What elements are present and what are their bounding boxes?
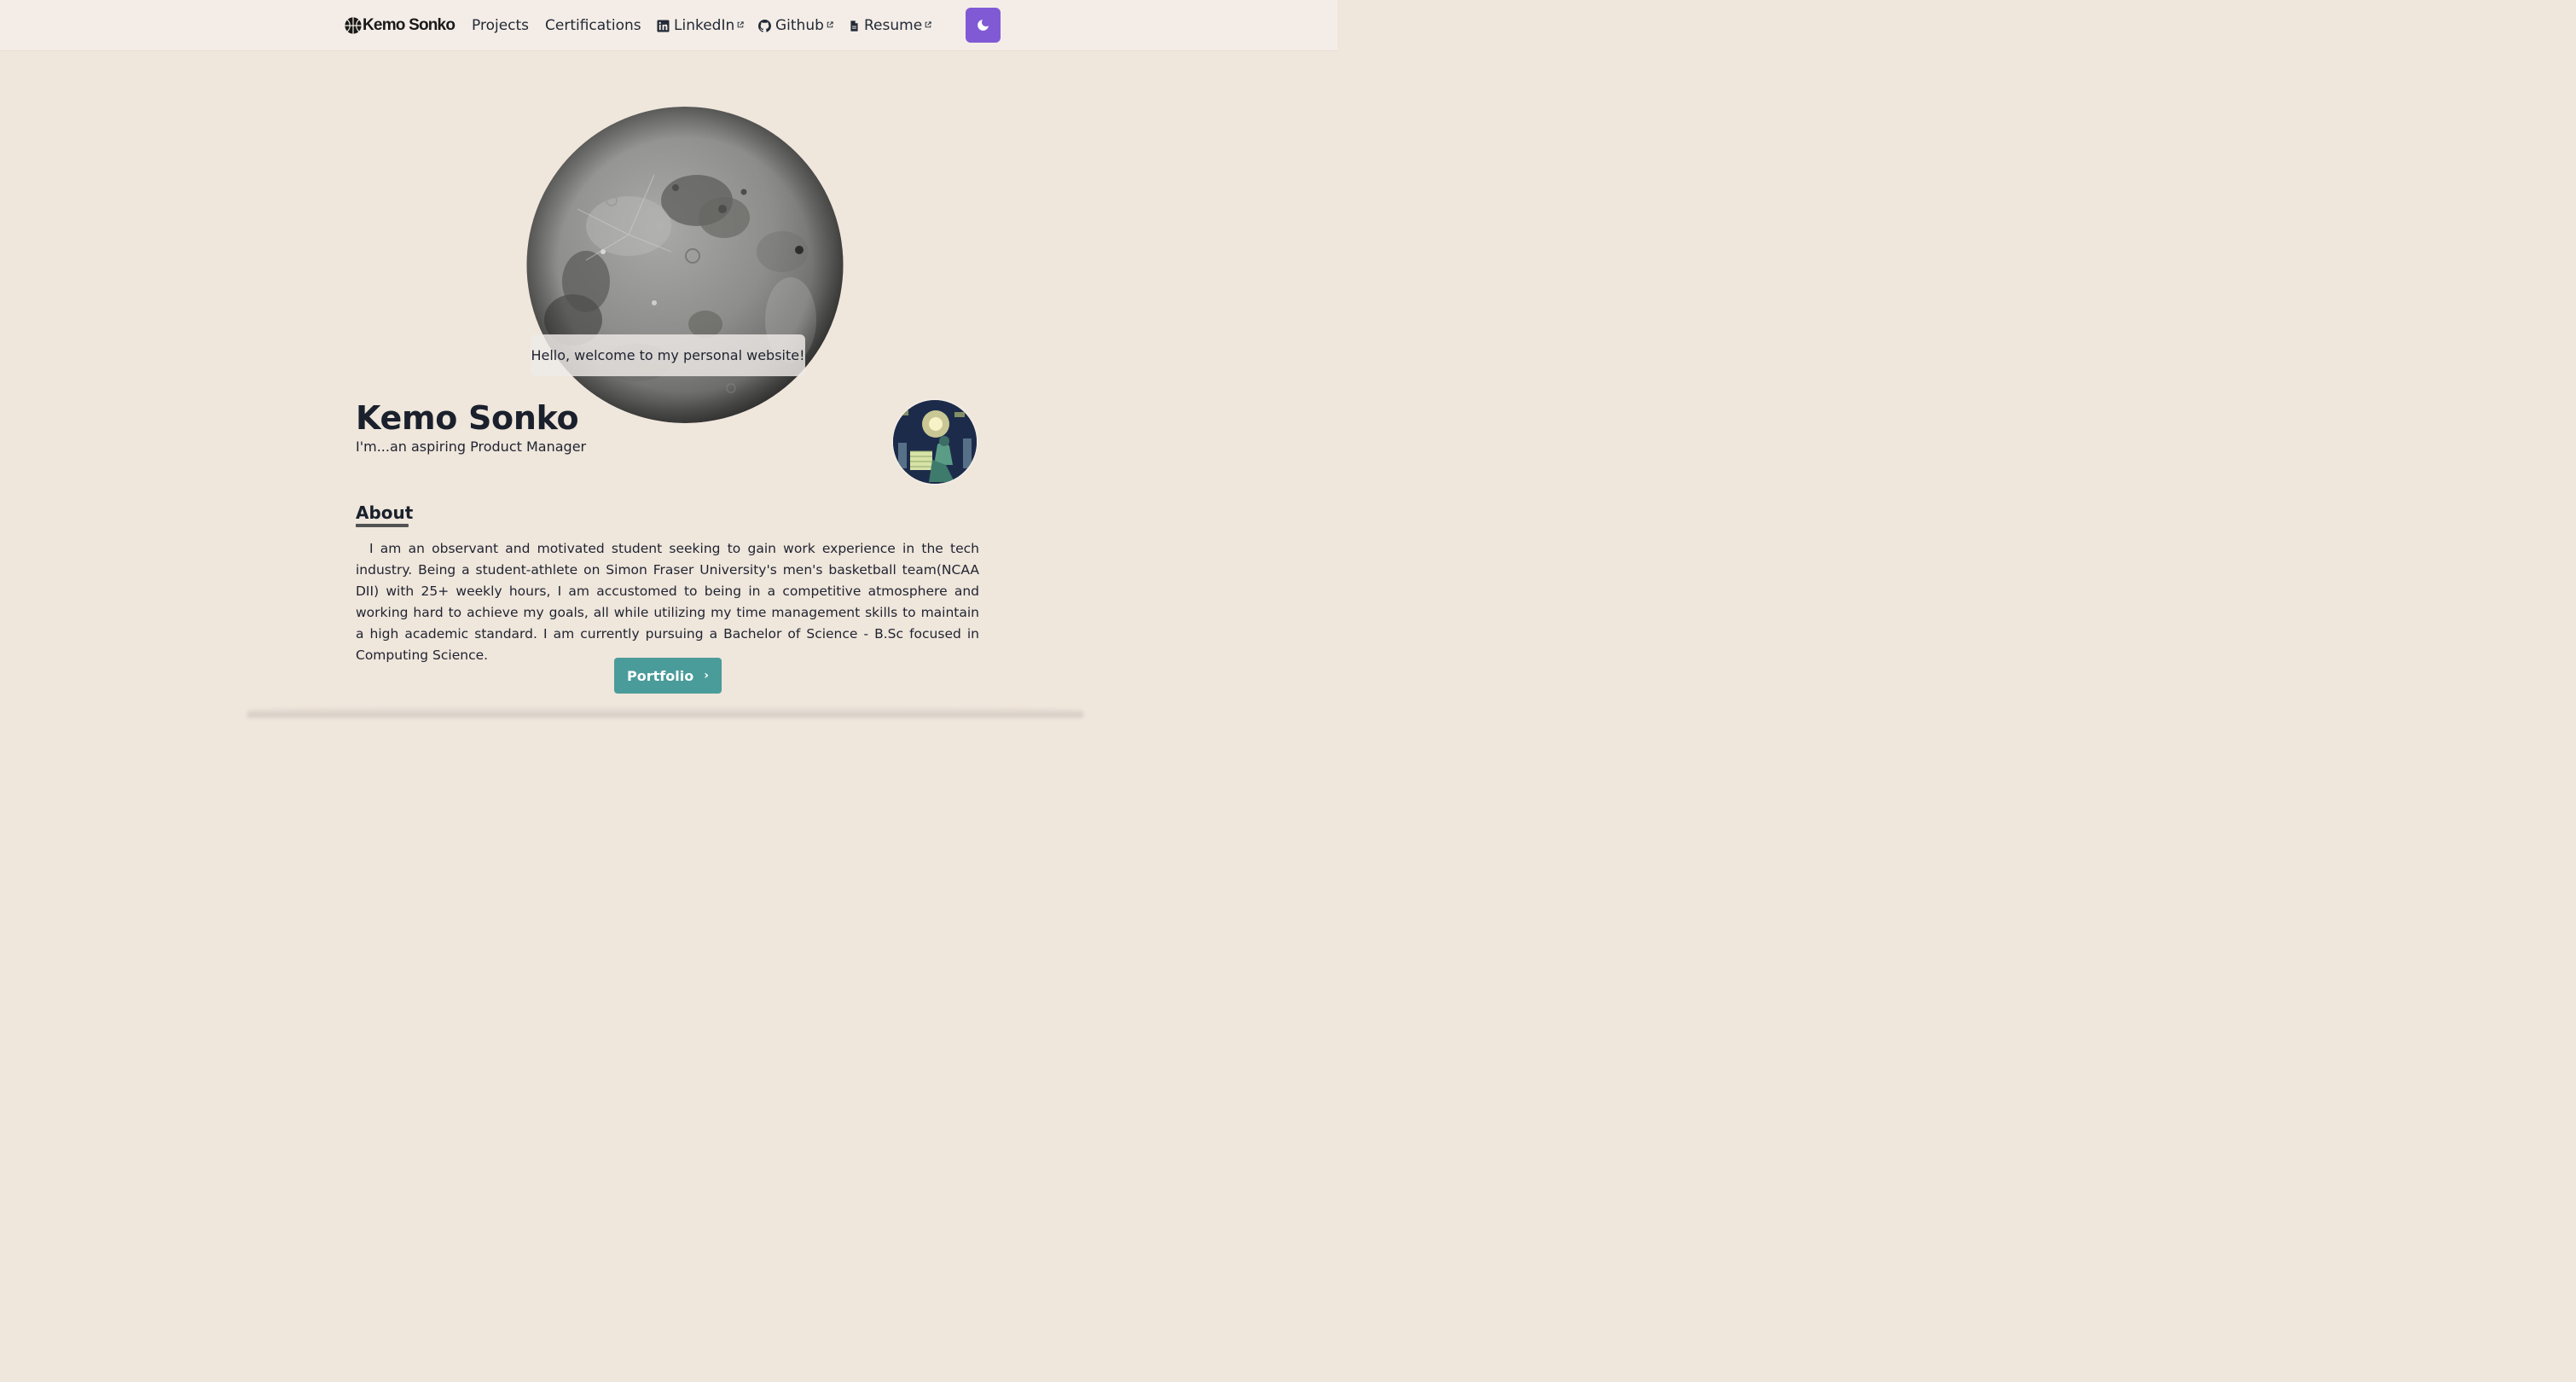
about-heading-underline (356, 524, 409, 527)
theme-toggle-button[interactable] (966, 8, 1001, 43)
chevron-right-icon: › (704, 669, 709, 682)
about-text: I am an observant and motivated student … (356, 541, 979, 663)
github-icon (758, 19, 771, 32)
brand-logo-link[interactable]: Kemo Sonko (344, 16, 455, 35)
file-icon (850, 20, 858, 32)
avatar (891, 398, 978, 485)
external-link-icon (827, 20, 833, 27)
nav-link-label: LinkedIn (674, 17, 735, 34)
nav-link-projects[interactable]: Projects (472, 16, 529, 35)
nav-link-github[interactable]: Github (758, 16, 833, 35)
portfolio-button[interactable]: Portfolio › (614, 658, 722, 694)
welcome-text: Hello, welcome to my personal website! (531, 347, 805, 363)
nav-link-label: Github (775, 17, 824, 34)
hero-tagline: I'm...an aspiring Product Manager (356, 438, 587, 455)
portfolio-button-label: Portfolio (627, 667, 694, 684)
brand-name: Kemo Sonko (363, 16, 455, 34)
external-link-icon (925, 20, 931, 27)
navbar: Kemo Sonko Projects Certifications Linke… (0, 0, 1337, 50)
nav-link-linkedin[interactable]: LinkedIn (657, 16, 744, 35)
hero-name: Kemo Sonko (356, 399, 579, 437)
nav-link-label: Certifications (545, 17, 641, 34)
linkedin-icon (657, 19, 670, 32)
basketball-icon (345, 17, 362, 34)
external-link-icon (737, 20, 744, 27)
moon-icon (978, 20, 989, 31)
nav-link-resume[interactable]: Resume (849, 16, 931, 35)
nav-link-label: Projects (472, 17, 530, 34)
about-heading: About (356, 502, 414, 523)
nav-link-certifications[interactable]: Certifications (545, 16, 641, 35)
section-shadow (247, 706, 1083, 717)
nav-link-label: Resume (864, 17, 923, 34)
welcome-message: Hello, welcome to my personal website! (531, 334, 805, 376)
